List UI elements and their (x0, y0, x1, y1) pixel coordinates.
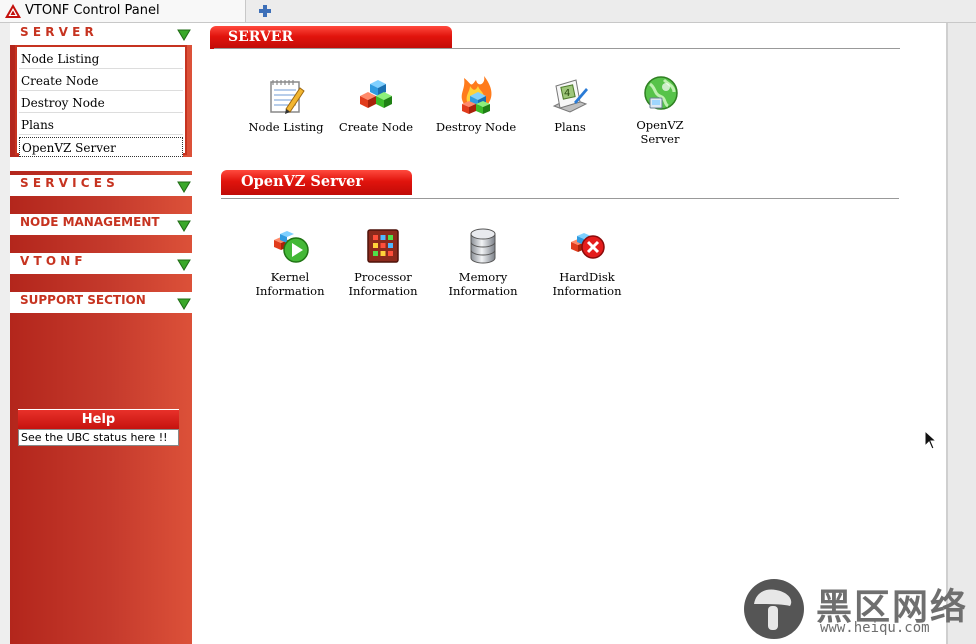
new-tab-plus-icon[interactable] (257, 3, 273, 19)
processor-information-shortcut[interactable]: Processor Information (338, 226, 428, 298)
section-title: SERVER (228, 29, 294, 45)
sidebar-section-services[interactable]: S E R V I C E S (10, 175, 192, 196)
node-listing-shortcut[interactable]: Node Listing (241, 76, 331, 134)
server-submenu-bottom (10, 157, 192, 171)
help-title: Help (18, 409, 179, 430)
chevron-down-icon[interactable] (177, 259, 191, 271)
browser-tab-title: VTONF Control Panel (25, 3, 160, 18)
section-title: OpenVZ Server (241, 173, 364, 190)
burning-cubes-icon (461, 76, 492, 114)
chevron-down-icon[interactable] (177, 298, 191, 310)
globe-icon (644, 76, 678, 110)
sidebar-section-title: NODE MANAGEMENT (20, 215, 160, 229)
database-icon (470, 228, 496, 264)
shortcut-label: Destroy Node (435, 120, 517, 134)
sidebar-section-title: S E R V I C E S (20, 176, 115, 190)
plans-shortcut[interactable]: 4 Plans (525, 76, 615, 134)
vtonf-favicon-icon (5, 4, 21, 18)
sidebar-section-support[interactable]: SUPPORT SECTION (10, 292, 192, 313)
sidebar-section-title: S E R V E R (20, 25, 94, 39)
watermark-logo-icon (744, 579, 804, 639)
chevron-down-icon[interactable] (177, 220, 191, 232)
section-divider (221, 198, 899, 199)
plans-icon: 4 (552, 79, 588, 113)
openvz-server-shortcut[interactable]: OpenVZ Server (615, 74, 705, 146)
mouse-cursor-icon (924, 430, 938, 450)
shortcut-label: Create Node (338, 120, 414, 134)
shortcut-label: Plans (554, 120, 586, 134)
memory-information-shortcut[interactable]: Memory Information (438, 226, 528, 298)
watermark: 黑区网络 www.heiqu.com (742, 576, 972, 640)
sidebar: S E R V E R Node Listing Create Node Des… (10, 23, 192, 644)
kernel-play-icon (274, 231, 309, 263)
chevron-down-icon[interactable] (177, 29, 191, 41)
shortcut-label: Memory Information (448, 270, 518, 298)
browser-tab-bar: VTONF Control Panel (0, 0, 976, 23)
sidebar-section-title: V T O N F (20, 254, 83, 268)
processor-icon (367, 229, 399, 263)
kernel-information-shortcut[interactable]: Kernel Information (245, 226, 335, 298)
browser-tab[interactable]: VTONF Control Panel (0, 0, 246, 22)
notepad-pencil-icon (270, 80, 305, 114)
svg-text:4: 4 (564, 88, 570, 99)
help-box: Help See the UBC status here !! (18, 409, 179, 446)
harddisk-information-shortcut[interactable]: HardDisk Information (542, 226, 632, 298)
ubc-status-link[interactable]: See the UBC status here !! (18, 429, 179, 446)
section-header-server: SERVER (210, 26, 452, 49)
create-node-shortcut[interactable]: Create Node (331, 76, 421, 134)
harddisk-error-icon (571, 233, 605, 259)
shortcut-label: Kernel Information (255, 270, 325, 298)
shortcut-label: HardDisk Information (552, 270, 622, 298)
cubes-icon (360, 80, 392, 108)
chevron-down-icon[interactable] (177, 181, 191, 193)
shortcut-label: OpenVZ Server (636, 118, 684, 146)
section-divider (214, 48, 900, 49)
sidebar-section-vtonf[interactable]: V T O N F (10, 253, 192, 274)
shortcut-label: Processor Information (348, 270, 418, 298)
server-submenu-area (10, 45, 192, 157)
scrollbar-gutter[interactable] (946, 23, 976, 644)
sidebar-section-node-management[interactable]: NODE MANAGEMENT (10, 214, 192, 235)
left-edge (0, 23, 10, 644)
shortcut-label: Node Listing (248, 120, 324, 134)
sidebar-section-title: SUPPORT SECTION (20, 293, 146, 307)
destroy-node-shortcut[interactable]: Destroy Node (431, 74, 521, 134)
sidebar-section-server[interactable]: S E R V E R Node Listing Create Node Des… (10, 23, 192, 157)
watermark-url: www.heiqu.com (820, 620, 930, 636)
section-header-openvz-server: OpenVZ Server (221, 170, 412, 195)
